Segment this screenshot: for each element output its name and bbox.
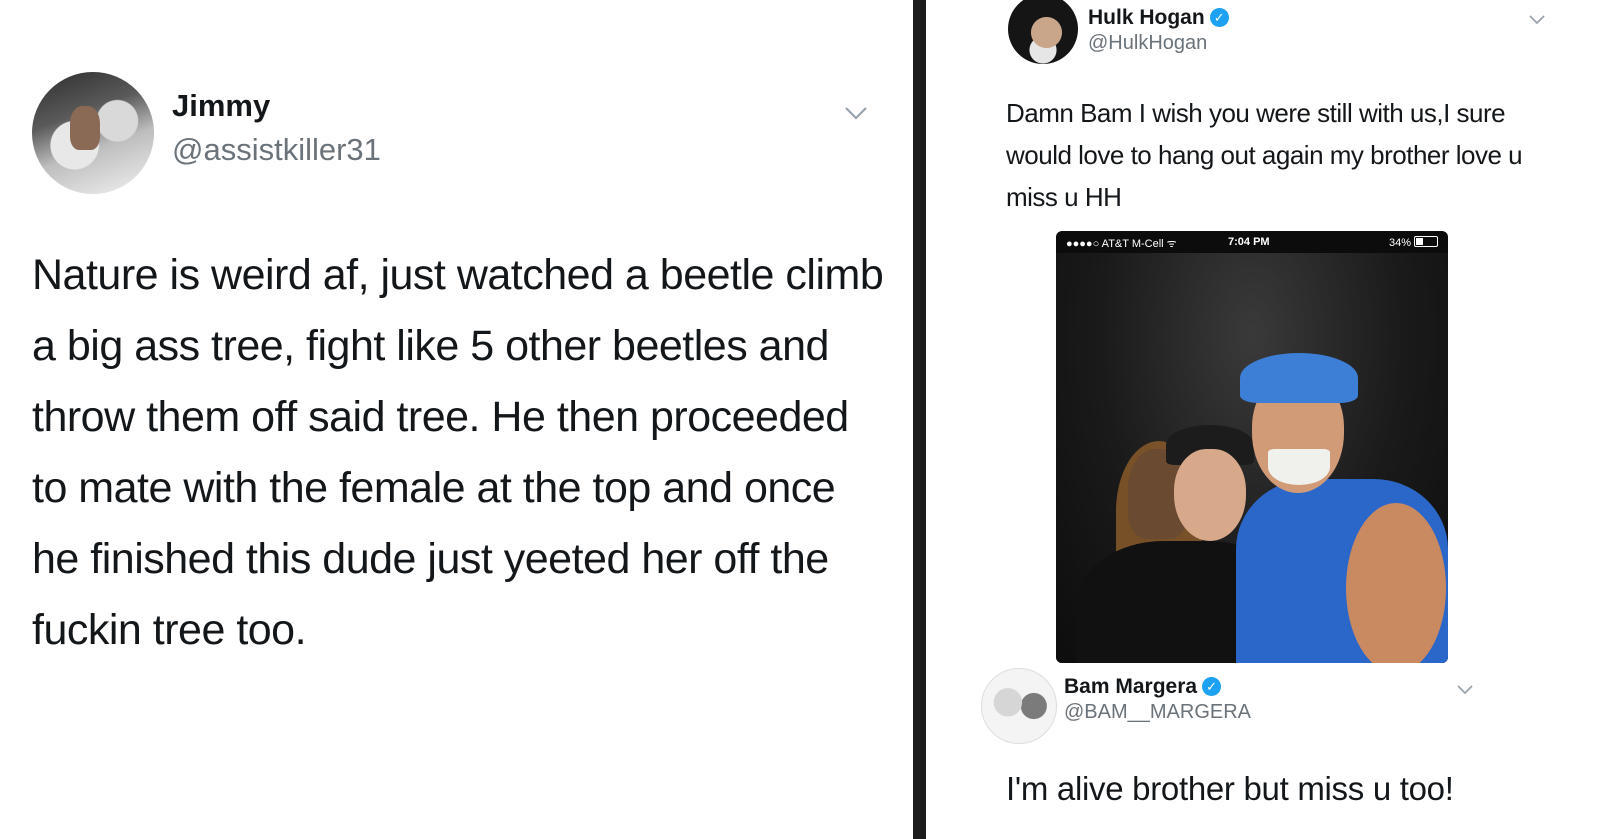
- right-tweet: Hulk Hogan ✓ @HulkHogan Damn Bam I wish y…: [926, 0, 1600, 839]
- chevron-down-icon[interactable]: [1456, 680, 1474, 698]
- bam-name-label: Bam Margera: [1064, 675, 1198, 698]
- avatar-figure: [70, 106, 100, 150]
- bam-handle[interactable]: @BAM__MARGERA: [1064, 701, 1251, 724]
- carrier-label: ●●●●○ AT&T M-Cell ᯤ: [1066, 238, 1177, 250]
- chevron-down-icon[interactable]: [843, 100, 869, 126]
- jimmy-avatar[interactable]: [32, 72, 154, 194]
- status-time: 7:04 PM: [1228, 236, 1270, 248]
- jimmy-display-name[interactable]: Jimmy: [172, 88, 270, 124]
- photo: [1056, 253, 1448, 663]
- battery-percent: 34%: [1388, 237, 1411, 249]
- person-right-bandana: [1240, 353, 1358, 403]
- embedded-phone-screenshot[interactable]: ●●●●○ AT&T M-Cell ᯤ 7:04 PM 34%: [1056, 231, 1448, 663]
- panel-divider: [913, 0, 926, 839]
- person-right-arm: [1346, 503, 1446, 663]
- hulk-avatar[interactable]: [1008, 0, 1078, 64]
- left-tweet: Jimmy @assistkiller31 Nature is weird af…: [0, 0, 913, 839]
- tweet-text: Damn Bam I wish you were still with us,I…: [1006, 98, 1523, 212]
- status-bar: ●●●●○ AT&T M-Cell ᯤ 7:04 PM 34%: [1056, 231, 1448, 253]
- verified-badge-icon: ✓: [1202, 677, 1222, 696]
- reply-text: I'm alive brother but miss u too!: [1006, 770, 1454, 807]
- tweet-text: Nature is weird af, just watched a beetl…: [32, 251, 884, 654]
- jimmy-handle[interactable]: @assistkiller31: [172, 132, 381, 168]
- battery-status: 34%: [1389, 236, 1438, 249]
- chevron-down-icon[interactable]: [1528, 10, 1546, 28]
- hulk-handle[interactable]: @HulkHogan: [1088, 32, 1207, 55]
- bam-display-name[interactable]: Bam Margera ✓: [1064, 675, 1222, 699]
- verified-badge-icon: ✓: [1209, 8, 1229, 27]
- bam-avatar[interactable]: [981, 668, 1057, 744]
- person-left-face: [1174, 449, 1246, 541]
- hulk-display-name[interactable]: Hulk Hogan ✓: [1088, 6, 1229, 30]
- battery-icon: [1414, 236, 1438, 247]
- person-right-beard: [1268, 449, 1330, 485]
- hulk-name-label: Hulk Hogan: [1088, 6, 1205, 29]
